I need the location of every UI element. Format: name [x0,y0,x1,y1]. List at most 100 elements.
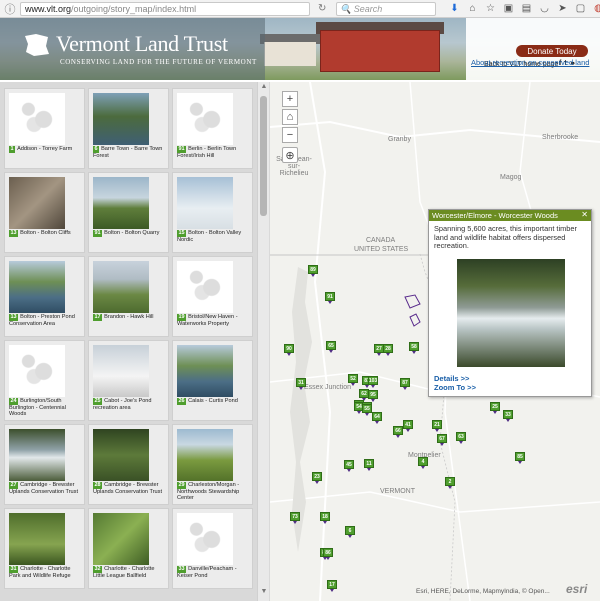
site-photo-thumbnail[interactable] [93,177,149,229]
info-icon[interactable]: ⓘ [3,2,17,16]
gallery-card[interactable]: 26 Calais - Curtis Pond [172,340,253,421]
map-marker[interactable]: 31 [296,378,306,390]
gallery-card[interactable]: 13 Bolton - Preston Pond Conservation Are… [4,256,85,337]
map-marker[interactable]: 90 [284,344,294,356]
gallery-card[interactable]: 33 Danville/Peacham - Keiser Pond [172,508,253,589]
reload-icon[interactable]: ↻ [318,3,326,14]
map-marker[interactable]: 103 [368,376,378,388]
map-marker[interactable]: 86 [323,548,333,560]
gallery-card[interactable]: 19 Bristol/New Haven - Waterworks Propert… [172,256,253,337]
gallery-card-label: 26 Calais - Curtis Pond [177,398,251,405]
site-photo-thumbnail[interactable] [93,513,149,565]
esri-logo[interactable]: esri [566,582,587,596]
site-photo-thumbnail[interactable] [93,429,149,481]
site-photo-thumbnail[interactable] [9,429,65,481]
gallery-card-label: 32 Charlotte - Charlotte Little League Ba… [93,566,167,579]
site-photo-thumbnail[interactable] [93,261,149,313]
clipboard-icon[interactable]: ▣ [502,2,515,15]
about-recreation-link[interactable]: About recreation on conserved land [471,58,589,67]
map-marker[interactable]: 65 [326,341,336,353]
map-marker[interactable]: 18 [320,512,330,524]
scrollbar-thumb[interactable] [260,96,267,216]
map-marker[interactable]: 23 [312,472,322,484]
map-marker[interactable]: 89 [308,265,318,277]
map-marker[interactable]: 91 [325,292,335,304]
home-extent-icon[interactable]: ⌂ [282,109,298,125]
site-photo-thumbnail[interactable] [93,93,149,145]
map-marker[interactable]: 2 [445,477,455,489]
site-header: Vermont Land Trust Conserving Land for t… [0,18,600,80]
placeholder-thumbnail[interactable] [177,93,233,145]
close-icon[interactable]: ✕ [581,210,588,219]
gallery-card[interactable]: 32 Charlotte - Charlotte Little League Ba… [88,508,169,589]
scroll-up-icon[interactable]: ▲ [259,83,269,93]
placeholder-thumbnail[interactable] [177,261,233,313]
details-link[interactable]: Details >> [434,374,469,383]
gallery-card[interactable]: 24 Burlington/South Burlington - Centenni… [4,340,85,421]
gallery-card[interactable]: 6 Barre Town - Barre Town Forest [88,88,169,169]
donate-button[interactable]: Donate Today [516,45,588,57]
screenshot-icon[interactable]: ▢ [574,2,587,15]
site-photo-thumbnail[interactable] [9,177,65,229]
map-marker[interactable]: 6 [345,526,355,538]
map-marker[interactable]: 17 [327,580,337,592]
map-marker[interactable]: 95 [368,390,378,402]
map-marker[interactable]: 85 [515,452,525,464]
placeholder-thumbnail[interactable] [9,93,65,145]
zoom-to-link[interactable]: Zoom To >> [434,383,476,392]
map-marker[interactable]: 25 [490,402,500,414]
site-photo-thumbnail[interactable] [9,513,65,565]
map-marker[interactable]: 52 [348,374,358,386]
zoom-in-button[interactable]: + [282,91,298,107]
gallery-card[interactable]: 28 Cambridge - Brewster Uplands Conservat… [88,424,169,505]
gallery-scrollbar[interactable]: ▲ ▼ [257,82,269,601]
url-path: /outgoing/story_map/index.html [71,4,197,14]
placeholder-thumbnail[interactable] [9,345,65,397]
map-marker[interactable]: 28 [383,344,393,356]
addon-icon[interactable]: ◍ [592,2,600,15]
site-photo-thumbnail[interactable] [177,177,233,229]
browser-toolbar-icons: ⬇ ⌂ ☆ ▣ ▤ ◡ ➤ ▢ ◍ ≡ [448,2,600,15]
site-photo-thumbnail[interactable] [177,429,233,481]
zoom-out-button[interactable]: − [282,127,298,143]
library-icon[interactable]: ▤ [520,2,533,15]
site-photo-thumbnail[interactable] [9,261,65,313]
map-marker[interactable]: 64 [372,412,382,424]
map-marker[interactable]: 4 [418,457,428,469]
gallery-card[interactable]: 25 Cabot - Joe's Pond recreation area [88,340,169,421]
map-marker[interactable]: 73 [290,512,300,524]
gallery-card[interactable]: 91 Berlin - Berlin Town Forest/Irish Hill [172,88,253,169]
org-name[interactable]: Vermont Land Trust [56,31,228,57]
gallery-card[interactable]: 17 Brandon - Hawk Hill [88,256,169,337]
locate-icon[interactable]: ⊕ [282,147,298,163]
map-marker[interactable]: 63 [456,432,466,444]
map-marker[interactable]: 45 [344,460,354,472]
gallery-card[interactable]: 31 Charlotte - Charlotte Park and Wildlif… [4,508,85,589]
placeholder-thumbnail[interactable] [177,513,233,565]
map-marker[interactable]: 55 [362,404,372,416]
map-marker[interactable]: 21 [432,420,442,432]
map-marker[interactable]: 66 [393,426,403,438]
send-icon[interactable]: ➤ [556,2,569,15]
search-input[interactable]: 🔍 Search [336,2,436,16]
scroll-down-icon[interactable]: ▼ [259,588,269,598]
map-marker[interactable]: 41 [403,420,413,432]
gallery-card[interactable]: 91 Bolton - Bolton Quarry [88,172,169,253]
gallery-card[interactable]: 29 Charleston/Morgan - Northwoods Steward… [172,424,253,505]
download-icon[interactable]: ⬇ [448,2,461,15]
gallery-card[interactable]: 1 Addison - Torrey Farm [4,88,85,169]
gallery-card[interactable]: 15 Bolton - Bolton Valley Nordic [172,172,253,253]
map-marker[interactable]: 11 [364,459,374,471]
address-bar[interactable]: www.vlt.org/outgoing/story_map/index.htm… [20,2,310,16]
home-icon[interactable]: ⌂ [466,2,479,15]
gallery-card[interactable]: 27 Cambridge - Brewster Uplands Conservat… [4,424,85,505]
map-marker[interactable]: 67 [437,434,447,446]
site-photo-thumbnail[interactable] [177,345,233,397]
bookmark-star-icon[interactable]: ☆ [484,2,497,15]
site-photo-thumbnail[interactable] [93,345,149,397]
map-marker[interactable]: 33 [503,410,513,422]
gallery-card[interactable]: 13 Bolton - Bolton Cliffs [4,172,85,253]
map-marker[interactable]: 58 [409,342,419,354]
pocket-icon[interactable]: ◡ [538,2,551,15]
map-marker[interactable]: 87 [400,378,410,390]
